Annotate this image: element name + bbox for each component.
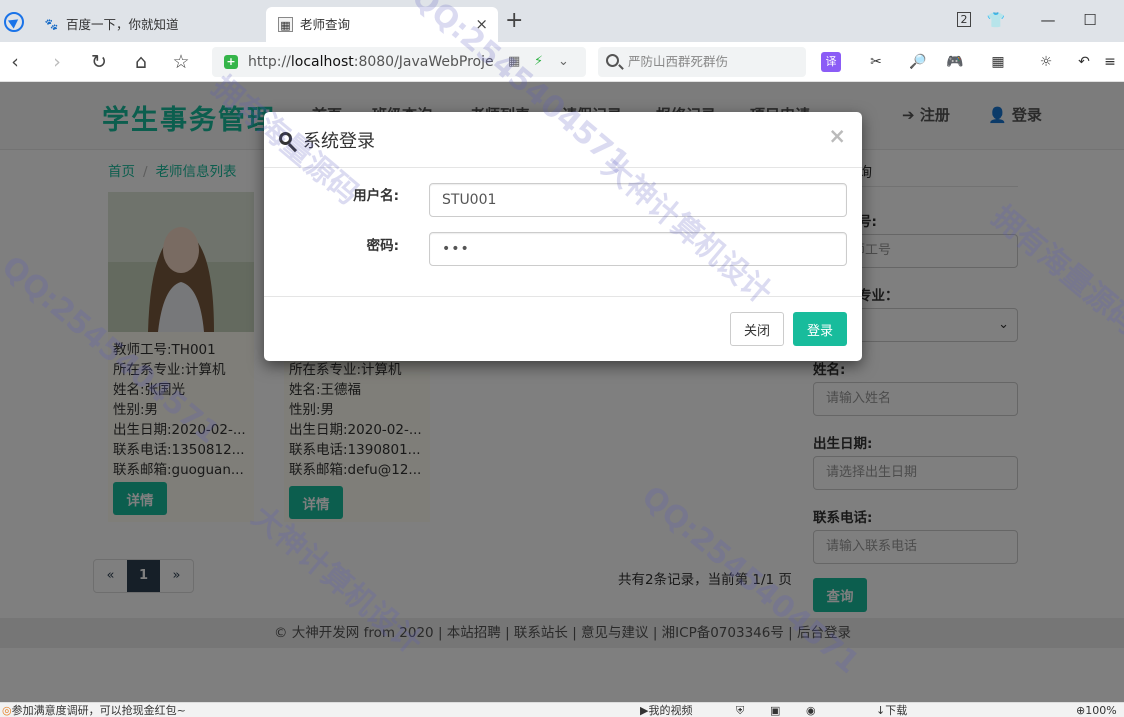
search-box[interactable]: 严防山西群死群伤: [598, 47, 806, 77]
modal-header: 系统登录 ×: [264, 112, 862, 168]
undo-icon[interactable]: ↶: [1074, 52, 1094, 72]
bolt-icon[interactable]: ⚡: [534, 47, 543, 77]
shirt-icon[interactable]: 👕: [982, 6, 1010, 34]
zoom-level[interactable]: ⊕100%: [1076, 703, 1117, 717]
password-input[interactable]: •••: [429, 232, 847, 266]
forward-icon[interactable]: ›: [44, 50, 70, 74]
menu-icon[interactable]: ≡: [1100, 52, 1120, 72]
maximize-button[interactable]: ☐: [1070, 6, 1110, 34]
tab-teacher-query[interactable]: ▦ 老师查询 ×: [266, 7, 498, 42]
login-button[interactable]: 登录: [793, 312, 847, 346]
username-label: 用户名:: [353, 188, 399, 204]
qr-icon[interactable]: ▦: [508, 47, 520, 77]
survey-message[interactable]: ◎参加满意度调研，可以抢现金红包~: [2, 703, 186, 717]
image-icon[interactable]: ▣: [770, 703, 780, 717]
minimize-button[interactable]: —: [1028, 6, 1068, 34]
translate-icon[interactable]: 译: [821, 52, 841, 72]
username-input[interactable]: STU001: [429, 183, 847, 217]
shield-icon: +: [224, 55, 238, 69]
gamepad-icon[interactable]: 🎮: [945, 52, 965, 72]
scissors-icon[interactable]: ✂: [866, 52, 886, 72]
star-icon[interactable]: ☆: [168, 50, 194, 74]
close-window-button[interactable]: ✕: [1110, 6, 1124, 34]
back-icon[interactable]: ‹: [2, 50, 28, 74]
profile-badge[interactable]: 2: [950, 6, 978, 34]
browser-logo-icon[interactable]: [4, 12, 24, 32]
reload-icon[interactable]: ↻: [86, 50, 112, 74]
eye-icon[interactable]: ◉: [806, 703, 816, 717]
page-icon: ▦: [278, 17, 293, 32]
brightness-icon[interactable]: ☼: [1036, 52, 1056, 72]
new-tab-button[interactable]: +: [505, 10, 523, 32]
tab-baidu[interactable]: 🐾 百度一下，你就知道: [32, 7, 264, 42]
modal-close-icon[interactable]: ×: [828, 126, 846, 147]
modal-title: 系统登录: [303, 131, 375, 152]
search-placeholder: 严防山西群死群伤: [628, 54, 729, 69]
home-icon[interactable]: ⌂: [128, 50, 154, 74]
address-bar[interactable]: + http://localhost:8080/JavaWebProjec ▦ …: [212, 47, 586, 77]
grid-icon[interactable]: ▦: [988, 52, 1008, 72]
url-text[interactable]: http://localhost:8080/JavaWebProjec: [248, 47, 494, 77]
search-icon: [606, 54, 619, 67]
my-video[interactable]: ▶我的视频: [640, 703, 692, 717]
browser-status-bar: ◎参加满意度调研，可以抢现金红包~ ▶我的视频 ⛨ ▣ ◉ ↓下载 ⊕100%: [0, 702, 1124, 717]
key-icon: [279, 132, 292, 145]
login-modal: 系统登录 × 用户名: STU001 密码: ••• 关闭 登录: [264, 112, 862, 361]
shield-icon[interactable]: ⛨: [736, 703, 744, 717]
close-button[interactable]: 关闭: [730, 312, 784, 346]
download[interactable]: ↓下载: [876, 703, 907, 717]
magnifier-icon[interactable]: 🔎: [908, 52, 928, 72]
paw-icon: 🐾: [44, 18, 59, 31]
modal-footer-divider: [264, 296, 862, 297]
password-label: 密码:: [366, 238, 399, 254]
close-tab-icon[interactable]: ×: [475, 7, 488, 42]
browser-toolbar: ‹ › ↻ ⌂ ☆ + http://localhost:8080/JavaWe…: [0, 42, 1124, 82]
tab-title: 百度一下，你就知道: [66, 17, 179, 32]
tab-title: 老师查询: [300, 17, 351, 32]
chevron-down-icon[interactable]: ⌄: [558, 47, 569, 77]
browser-tab-bar: 🐾 百度一下，你就知道 ▦ 老师查询 × + 2 👕 — ☐ ✕: [0, 0, 1124, 42]
